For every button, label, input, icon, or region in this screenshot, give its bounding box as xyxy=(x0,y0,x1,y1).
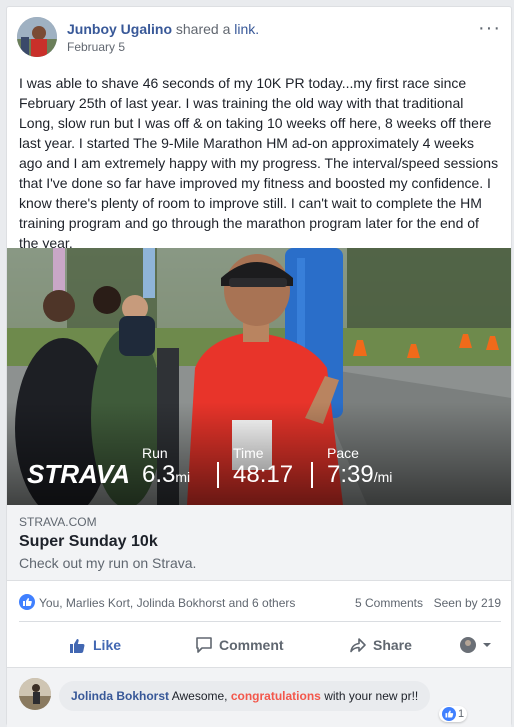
like-button[interactable]: Like xyxy=(69,629,121,661)
thumbs-up-icon xyxy=(70,639,85,653)
time-value: 48:17 xyxy=(233,461,294,488)
stat-separator xyxy=(311,462,313,488)
seen-count[interactable]: Seen by 219 xyxy=(434,596,501,610)
link-title[interactable]: Super Sunday 10k xyxy=(19,533,158,551)
comment-label: Comment xyxy=(219,637,284,653)
author-line: Junboy Ugalino shared a link. xyxy=(67,21,259,37)
share-icon xyxy=(350,638,366,653)
post-actions: Like Comment Share xyxy=(19,629,501,661)
pace-label: Pace xyxy=(327,445,359,461)
audience-selector[interactable] xyxy=(459,629,499,661)
reaction-names[interactable]: You, Marlies Kort, Jolinda Bokhorst and … xyxy=(39,596,295,610)
comment-reaction[interactable]: 1 xyxy=(439,706,468,722)
share-label: Share xyxy=(373,637,412,653)
strava-logo: STRAVA xyxy=(27,459,131,489)
pace-value-group: 7:39/mi xyxy=(327,461,392,489)
post-card: Junboy Ugalino shared a link. February 5… xyxy=(6,6,512,727)
link-description: Check out my run on Strava. xyxy=(19,555,197,571)
comment-text-after: with your new pr!! xyxy=(324,689,419,703)
link-preview[interactable]: STRAVA.COM Super Sunday 10k Check out my… xyxy=(7,505,511,581)
run-value-group: 6.3mi xyxy=(142,461,190,489)
stat-separator xyxy=(217,462,219,488)
commenter-avatar[interactable] xyxy=(19,678,51,710)
comment-bubble: Jolinda Bokhorst Awesome, congratulation… xyxy=(59,681,431,711)
profile-audience-icon xyxy=(460,637,491,653)
share-button[interactable]: Share xyxy=(349,629,412,661)
shared-link[interactable]: link. xyxy=(234,21,259,37)
comment-text-before: Awesome, xyxy=(171,689,228,703)
post-text: I was able to shave 46 seconds of my 10K… xyxy=(19,75,499,251)
run-photo[interactable]: STRAVA Run 6.3mi Time 48:17 Pace 7:39/mi xyxy=(7,248,511,505)
more-options-icon[interactable]: ··· xyxy=(478,18,501,38)
comment-button[interactable]: Comment xyxy=(195,629,284,661)
time-label: Time xyxy=(233,445,264,461)
post-header: Junboy Ugalino shared a link. February 5… xyxy=(17,17,501,69)
strava-stats-overlay: STRAVA Run 6.3mi Time 48:17 Pace 7:39/mi xyxy=(7,248,511,505)
comment-highlight: congratulations xyxy=(230,689,321,703)
author-name[interactable]: Junboy Ugalino xyxy=(67,21,172,37)
comments-section: Jolinda Bokhorst Awesome, congratulation… xyxy=(7,667,511,727)
run-value: 6.3 xyxy=(142,461,176,488)
comment-author[interactable]: Jolinda Bokhorst xyxy=(71,689,169,703)
divider xyxy=(19,621,501,622)
comment-count[interactable]: 5 Comments xyxy=(355,596,423,610)
link-domain: STRAVA.COM xyxy=(19,515,97,529)
pace-value: 7:39 xyxy=(327,461,374,488)
reactions-bar: You, Marlies Kort, Jolinda Bokhorst and … xyxy=(19,593,501,613)
run-label: Run xyxy=(142,445,168,461)
shared-text: shared a xyxy=(175,21,231,37)
like-reaction-icon xyxy=(442,707,456,721)
comment-icon xyxy=(196,637,212,653)
run-unit: mi xyxy=(175,469,191,485)
post-date[interactable]: February 5 xyxy=(67,40,125,54)
like-label: Like xyxy=(93,637,122,653)
author-avatar[interactable] xyxy=(17,17,57,57)
pace-unit: /mi xyxy=(373,469,393,485)
like-reaction-icon[interactable] xyxy=(19,594,35,610)
